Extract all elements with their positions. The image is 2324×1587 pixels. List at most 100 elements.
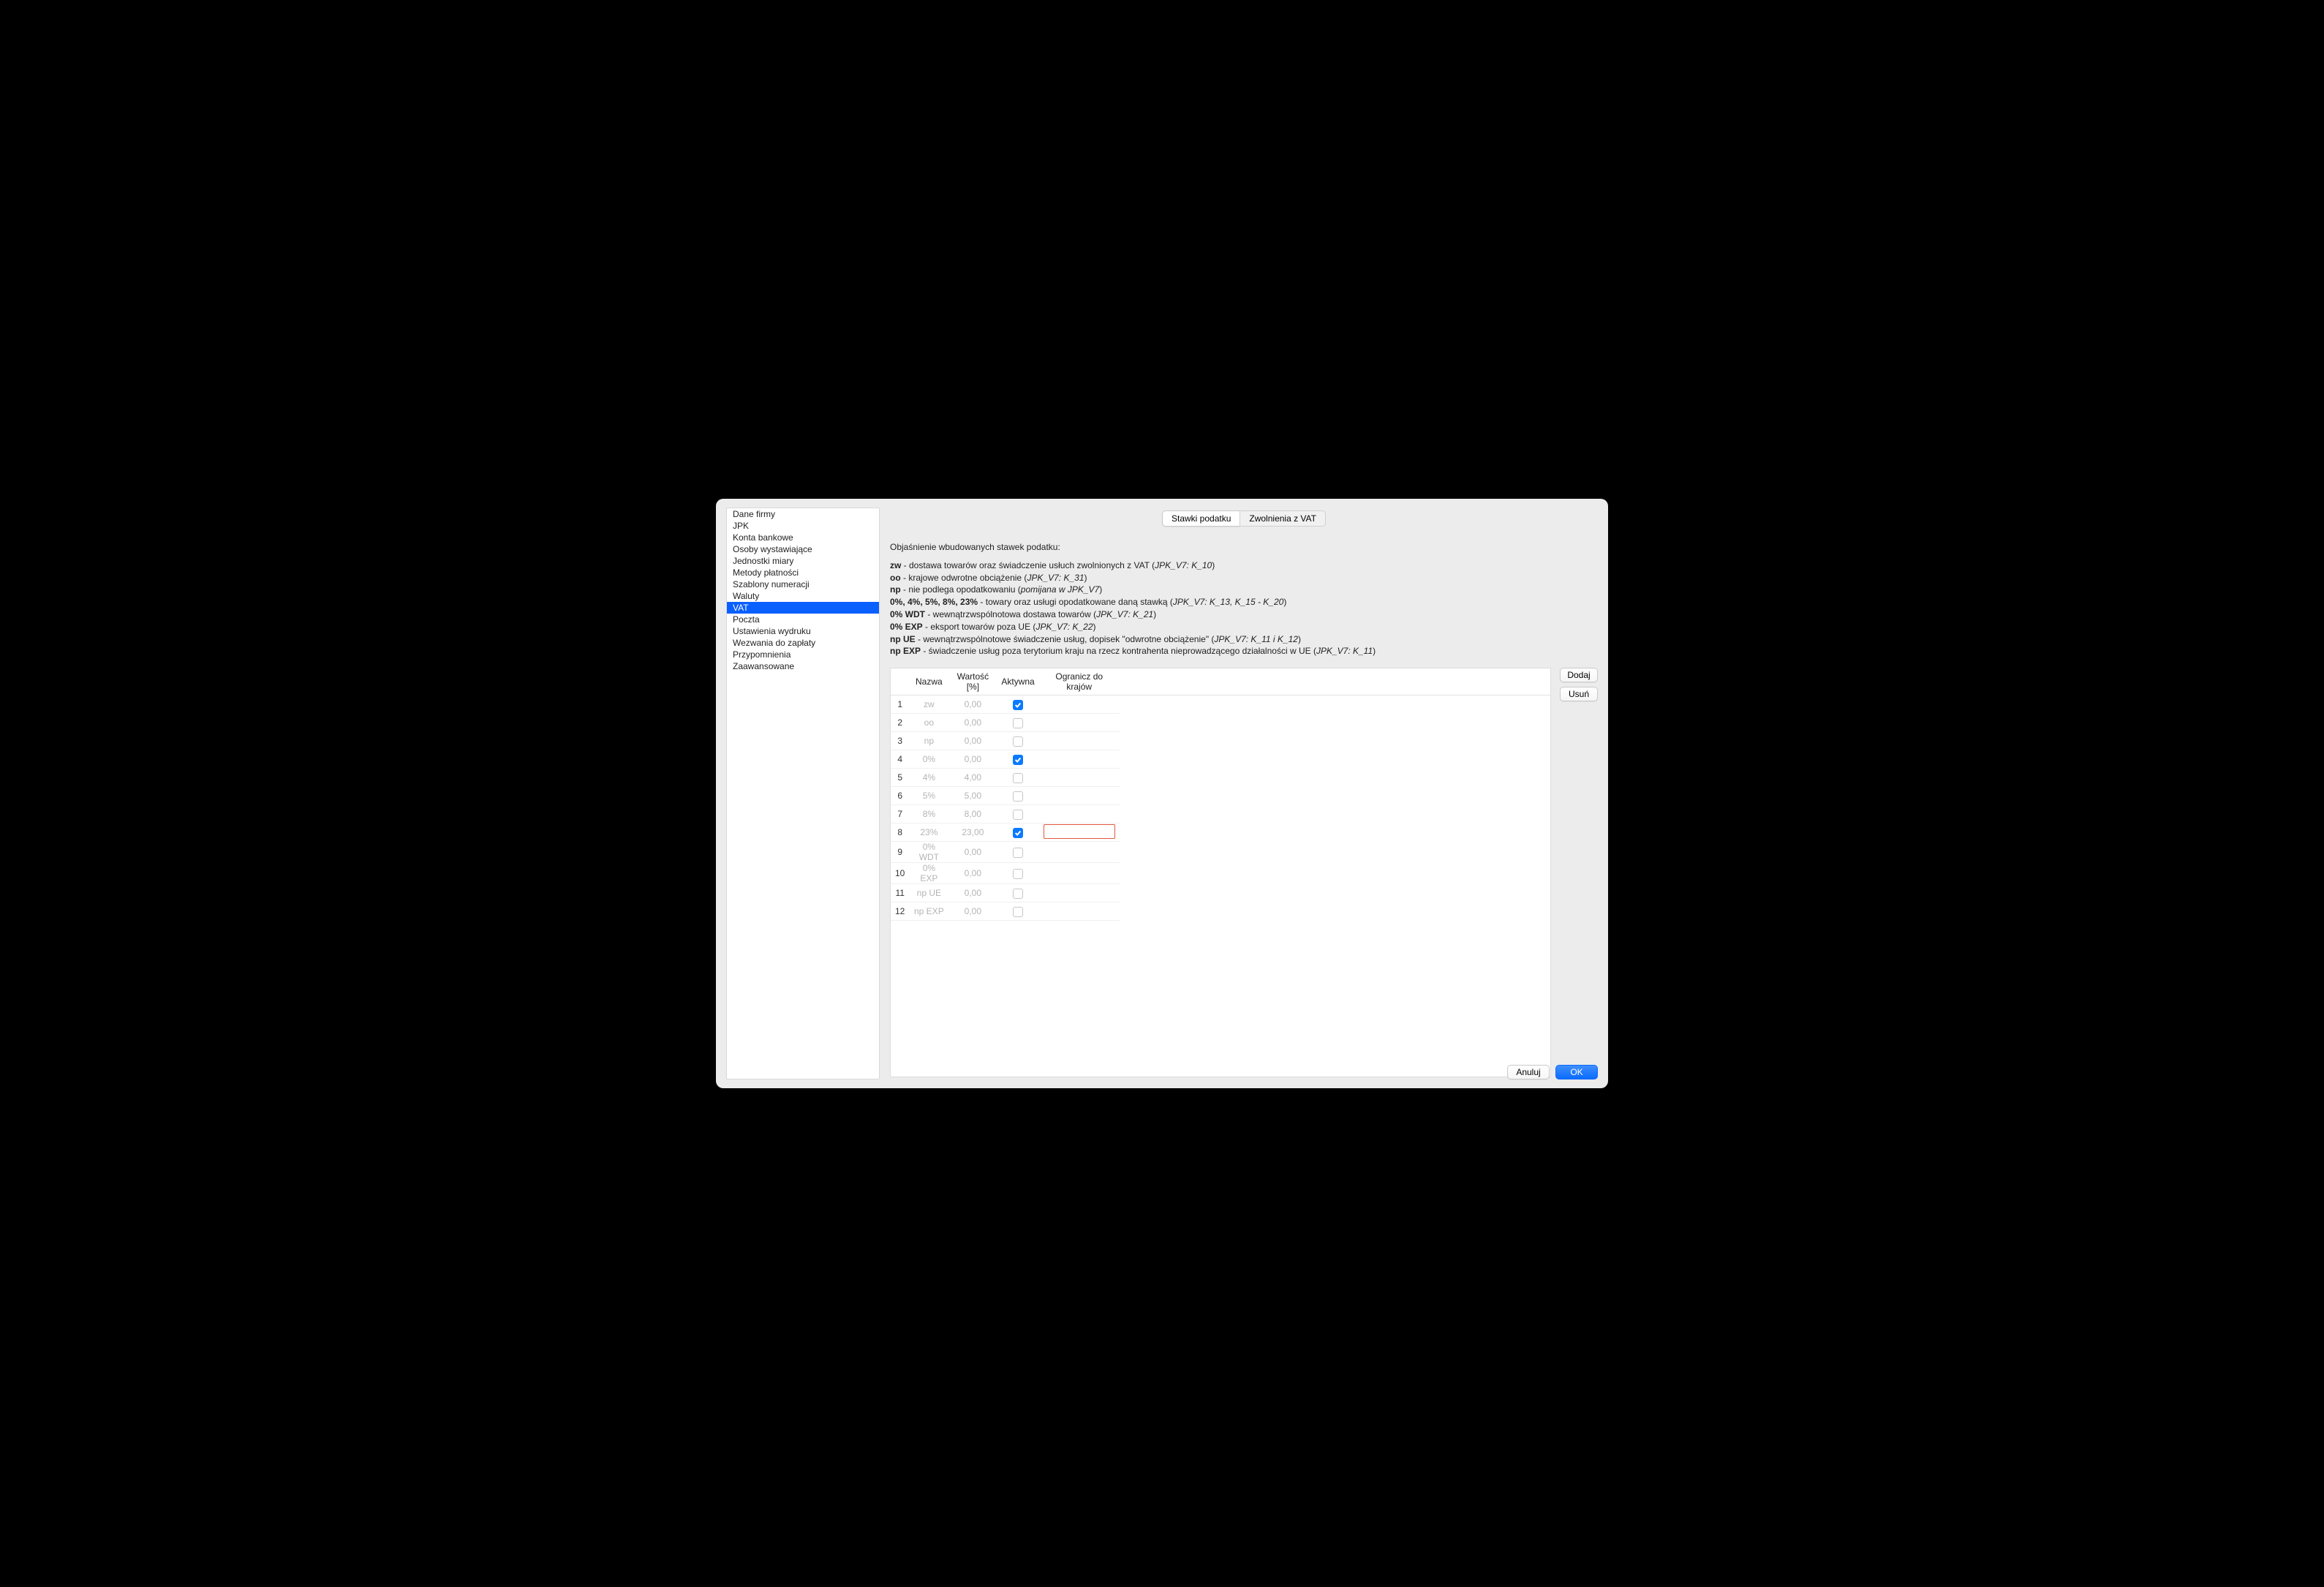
rate-name-cell[interactable]: 0% [909,750,948,769]
table-row[interactable]: 40%0,00 [891,750,1550,769]
table-row[interactable]: 11np UE0,00 [891,884,1550,902]
countries-cell[interactable] [1039,902,1120,921]
sidebar-item-ustawienia-wydruku[interactable]: Ustawienia wydruku [727,625,879,637]
table-row[interactable]: 65%5,00 [891,787,1550,805]
active-checkbox[interactable] [1013,773,1023,783]
countries-input[interactable] [1044,824,1115,839]
rate-value-cell[interactable]: 0,00 [948,750,997,769]
sidebar-item-jpk[interactable]: JPK [727,520,879,532]
rate-value-cell[interactable]: 0,00 [948,696,997,714]
column-header[interactable]: Aktywna [997,668,1038,696]
rate-value-cell[interactable]: 5,00 [948,787,997,805]
sidebar-item-wezwania-do-zapłaty[interactable]: Wezwania do zapłaty [727,637,879,649]
active-checkbox[interactable] [1013,755,1023,765]
cancel-button[interactable]: Anuluj [1507,1065,1550,1079]
rate-name-cell[interactable]: zw [909,696,948,714]
active-checkbox[interactable] [1013,791,1023,802]
rate-value-cell[interactable]: 0,00 [948,732,997,750]
ok-button[interactable]: OK [1555,1065,1598,1079]
countries-cell[interactable] [1039,769,1120,787]
table-row[interactable]: 823%23,00 [891,823,1550,842]
active-cell[interactable] [997,769,1038,787]
table-row[interactable]: 54%4,00 [891,769,1550,787]
rate-value-cell[interactable]: 8,00 [948,805,997,823]
active-checkbox[interactable] [1013,889,1023,899]
active-cell[interactable] [997,842,1038,863]
rate-name-cell[interactable]: np EXP [909,902,948,921]
rate-name-cell[interactable]: 8% [909,805,948,823]
active-checkbox[interactable] [1013,810,1023,820]
countries-cell[interactable] [1039,714,1120,732]
countries-cell[interactable] [1039,787,1120,805]
sidebar-item-szablony-numeracji[interactable]: Szablony numeracji [727,578,879,590]
rate-value-cell[interactable]: 0,00 [948,884,997,902]
active-checkbox[interactable] [1013,828,1023,838]
rate-name-cell[interactable]: np [909,732,948,750]
countries-cell[interactable] [1039,732,1120,750]
rate-value-cell[interactable]: 23,00 [948,823,997,842]
active-checkbox[interactable] [1013,848,1023,858]
active-cell[interactable] [997,805,1038,823]
rate-name-cell[interactable]: 0% WDT [909,842,948,863]
sidebar-item-waluty[interactable]: Waluty [727,590,879,602]
active-cell[interactable] [997,787,1038,805]
sidebar-item-dane-firmy[interactable]: Dane firmy [727,508,879,520]
rate-name-cell[interactable]: 5% [909,787,948,805]
countries-cell[interactable] [1039,842,1120,863]
tab-zwolnienia-z-vat[interactable]: Zwolnienia z VAT [1240,510,1326,527]
table-row[interactable]: 12np EXP0,00 [891,902,1550,921]
table-row[interactable]: 78%8,00 [891,805,1550,823]
sidebar-item-osoby-wystawiające[interactable]: Osoby wystawiające [727,543,879,555]
table-row[interactable]: 3np0,00 [891,732,1550,750]
column-header[interactable] [891,668,909,696]
active-checkbox[interactable] [1013,700,1023,710]
sidebar-item-poczta[interactable]: Poczta [727,614,879,625]
rate-value-cell[interactable]: 0,00 [948,863,997,884]
row-spacer [1120,769,1550,787]
active-cell[interactable] [997,714,1038,732]
table-row[interactable]: 1zw0,00 [891,696,1550,714]
rate-name-cell[interactable]: np UE [909,884,948,902]
active-cell[interactable] [997,823,1038,842]
active-cell[interactable] [997,863,1038,884]
sidebar-item-zaawansowane[interactable]: Zaawansowane [727,660,879,672]
active-cell[interactable] [997,902,1038,921]
table-row[interactable]: 2oo0,00 [891,714,1550,732]
table-row[interactable]: 90% WDT0,00 [891,842,1550,863]
active-checkbox[interactable] [1013,907,1023,917]
countries-cell[interactable] [1039,823,1120,842]
countries-cell[interactable] [1039,863,1120,884]
active-checkbox[interactable] [1013,736,1023,747]
sidebar-item-vat[interactable]: VAT [727,602,879,614]
remove-button[interactable]: Usuń [1560,687,1598,701]
countries-cell[interactable] [1039,884,1120,902]
rate-name-cell[interactable]: oo [909,714,948,732]
rate-value-cell[interactable]: 0,00 [948,902,997,921]
table-row[interactable]: 100% EXP0,00 [891,863,1550,884]
active-checkbox[interactable] [1013,718,1023,728]
active-cell[interactable] [997,750,1038,769]
rate-value-cell[interactable]: 0,00 [948,714,997,732]
add-button[interactable]: Dodaj [1560,668,1598,682]
countries-cell[interactable] [1039,750,1120,769]
sidebar-item-metody-płatności[interactable]: Metody płatności [727,567,879,578]
rate-value-cell[interactable]: 0,00 [948,842,997,863]
rate-name-cell[interactable]: 4% [909,769,948,787]
sidebar-item-konta-bankowe[interactable]: Konta bankowe [727,532,879,543]
rate-name-cell[interactable]: 23% [909,823,948,842]
countries-cell[interactable] [1039,696,1120,714]
rate-name-cell[interactable]: 0% EXP [909,863,948,884]
active-cell[interactable] [997,732,1038,750]
column-header[interactable]: Ogranicz do krajów [1039,668,1120,696]
column-header[interactable]: Nazwa [909,668,948,696]
sidebar-item-jednostki-miary[interactable]: Jednostki miary [727,555,879,567]
rate-value-cell[interactable]: 4,00 [948,769,997,787]
countries-cell[interactable] [1039,805,1120,823]
active-checkbox[interactable] [1013,869,1023,879]
column-header[interactable]: Wartość [%] [948,668,997,696]
active-cell[interactable] [997,696,1038,714]
rates-table[interactable]: NazwaWartość [%]AktywnaOgranicz do krajó… [890,668,1551,1077]
active-cell[interactable] [997,884,1038,902]
tab-stawki-podatku[interactable]: Stawki podatku [1162,510,1240,527]
sidebar-item-przypomnienia[interactable]: Przypomnienia [727,649,879,660]
